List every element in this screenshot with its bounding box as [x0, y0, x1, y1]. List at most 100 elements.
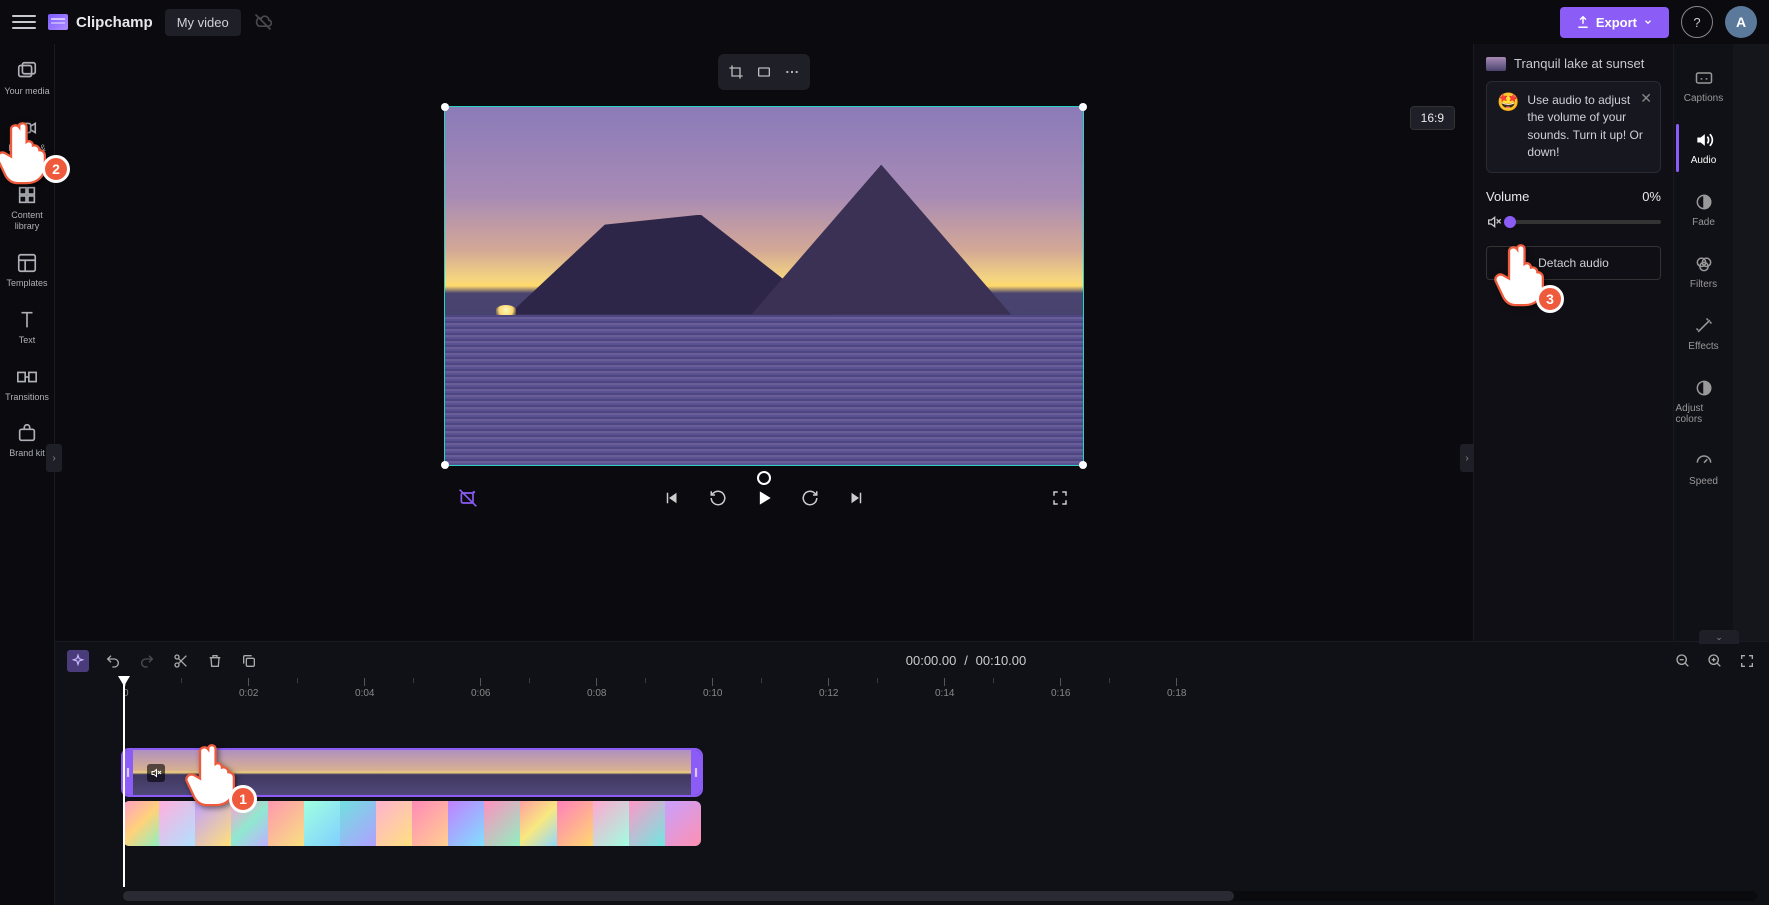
more-icon [784, 64, 800, 80]
forward-icon [801, 489, 819, 507]
help-button[interactable]: ? [1681, 6, 1713, 38]
panel-expand-toggle[interactable]: › [1460, 444, 1474, 472]
undo-button[interactable] [103, 651, 123, 671]
ruler-tick: 0:12 [819, 678, 838, 699]
nav-templates[interactable]: Templates [2, 244, 52, 297]
scissors-icon [173, 653, 189, 669]
play-button[interactable] [750, 484, 778, 512]
audio-clip[interactable] [123, 801, 701, 846]
fit-tool[interactable] [750, 58, 778, 86]
nav-content-library[interactable]: Content library [2, 176, 52, 240]
fade-icon [1694, 192, 1714, 212]
nav-transitions[interactable]: Transitions [2, 358, 52, 411]
tab-effects[interactable]: Effects [1676, 304, 1732, 364]
volume-label: Volume [1486, 189, 1529, 204]
aspect-ratio-selector[interactable]: 16:9 [1410, 106, 1455, 130]
transitions-icon [16, 366, 38, 388]
preview-canvas[interactable] [444, 106, 1084, 466]
zoom-fit-button[interactable] [1737, 651, 1757, 671]
tab-captions[interactable]: Captions [1676, 56, 1732, 116]
camera-icon [16, 117, 38, 139]
tip-close-button[interactable]: ✕ [1640, 90, 1652, 107]
timeline-ruler[interactable]: 00:020:040:060:080:100:120:140:160:18 [123, 678, 1757, 702]
rewind-button[interactable] [704, 484, 732, 512]
timeline-collapse-toggle[interactable]: ⌄ [1699, 630, 1739, 644]
brand: Clipchamp [48, 14, 153, 31]
tab-audio[interactable]: Audio [1676, 118, 1732, 178]
tab-adjust-colors[interactable]: Adjust colors [1676, 366, 1732, 437]
nav-text[interactable]: Text [2, 301, 52, 354]
video-clip[interactable]: ∥ ∥ [123, 750, 701, 795]
zoom-out-icon [1675, 653, 1691, 669]
resize-handle[interactable] [1079, 103, 1087, 111]
tab-speed[interactable]: Speed [1676, 439, 1732, 499]
remove-bg-button[interactable] [454, 484, 482, 512]
zoom-in-button[interactable] [1705, 651, 1725, 671]
video-frame [445, 107, 1083, 465]
audio-tip-card: 🤩 Use audio to adjust the volume of your… [1486, 81, 1661, 173]
user-avatar[interactable]: A [1725, 6, 1757, 38]
nav-brand-kit[interactable]: Brand kit [2, 414, 52, 467]
split-button[interactable] [171, 651, 191, 671]
contrast-icon [1694, 378, 1714, 398]
tip-text: Use audio to adjust the volume of your s… [1527, 92, 1650, 162]
zoom-out-button[interactable] [1673, 651, 1693, 671]
playhead[interactable] [123, 676, 125, 887]
audio-icon [1694, 130, 1714, 150]
ruler-tick: 0:16 [1051, 678, 1070, 699]
text-icon [16, 309, 38, 331]
timeline-scrollbar[interactable] [123, 891, 1757, 901]
trash-icon [207, 653, 223, 669]
fit-icon [756, 64, 772, 80]
brandkit-icon [16, 422, 38, 444]
property-panel: › Tranquil lake at sunset 🤩 Use audio to… [1473, 44, 1673, 641]
nav-your-media[interactable]: Your media [2, 52, 52, 105]
more-tool[interactable] [778, 58, 806, 86]
clip-trim-right[interactable]: ∥ [691, 750, 701, 795]
tab-filters[interactable]: Filters [1676, 242, 1732, 302]
redo-button[interactable] [137, 651, 157, 671]
zoom-fit-icon [1739, 653, 1755, 669]
export-label: Export [1596, 15, 1637, 30]
project-title[interactable]: My video [165, 9, 241, 36]
clip-muted-icon [147, 764, 165, 782]
tip-emoji-icon: 🤩 [1497, 92, 1519, 162]
rewind-icon [709, 489, 727, 507]
menu-hamburger[interactable] [12, 10, 36, 34]
copy-icon [241, 653, 257, 669]
selected-clip-name: Tranquil lake at sunset [1514, 56, 1644, 71]
delete-button[interactable] [205, 651, 225, 671]
skip-start-button[interactable] [658, 484, 686, 512]
timeline-timecode: 00:00.00 / 00:10.00 [273, 653, 1659, 669]
annotation-badge: 3 [1536, 285, 1564, 313]
skip-end-button[interactable] [842, 484, 870, 512]
timeline-scrollbar-thumb[interactable] [123, 891, 1234, 901]
mute-icon[interactable] [1486, 214, 1502, 230]
filters-icon [1694, 254, 1714, 274]
ruler-tick: 0:08 [587, 678, 606, 699]
fullscreen-button[interactable] [1046, 484, 1074, 512]
auto-compose-button[interactable] [67, 650, 89, 672]
forward-button[interactable] [796, 484, 824, 512]
clip-thumbnail-icon [1486, 57, 1506, 71]
detach-audio-button[interactable]: Detach audio [1486, 246, 1661, 280]
magic-erase-icon [458, 488, 478, 508]
skip-back-icon [663, 489, 681, 507]
ruler-tick: 0:18 [1167, 678, 1186, 699]
volume-slider[interactable] [1510, 220, 1661, 224]
ruler-tick: 0:02 [239, 678, 258, 699]
effects-icon [1694, 316, 1714, 336]
clipchamp-logo-icon [48, 14, 68, 30]
ruler-tick: 0:14 [935, 678, 954, 699]
crop-tool[interactable] [722, 58, 750, 86]
export-button[interactable]: Export [1560, 7, 1669, 38]
crop-icon [728, 64, 744, 80]
tab-fade[interactable]: Fade [1676, 180, 1732, 240]
fullscreen-icon [1051, 489, 1069, 507]
duplicate-button[interactable] [239, 651, 259, 671]
media-icon [16, 60, 38, 82]
zoom-in-icon [1707, 653, 1723, 669]
volume-slider-thumb[interactable] [1504, 216, 1516, 228]
resize-handle[interactable] [441, 103, 449, 111]
nav-record-create[interactable]: Record & create [2, 109, 52, 173]
